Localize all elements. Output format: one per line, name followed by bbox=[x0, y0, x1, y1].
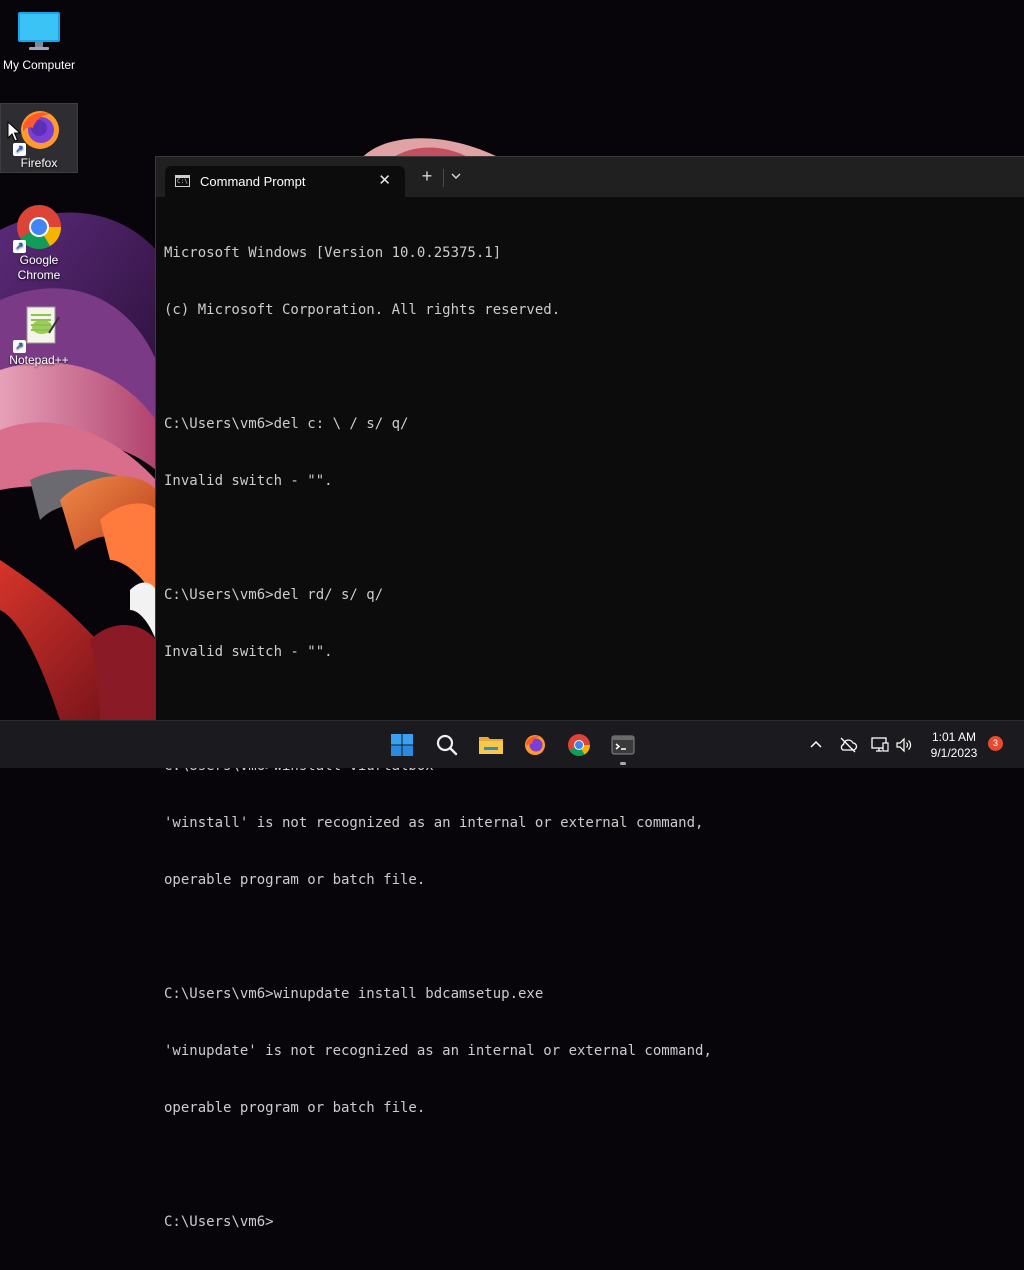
terminal-tab-bar: C:\ Command Prompt ✕ + bbox=[156, 157, 1024, 197]
taskbar: 1:01 AM 9/1/2023 bbox=[0, 720, 1024, 768]
firefox-taskbar-button[interactable] bbox=[519, 729, 551, 761]
tab-separator bbox=[443, 169, 444, 187]
clock[interactable]: 1:01 AM 9/1/2023 bbox=[918, 729, 990, 761]
network-button[interactable] bbox=[870, 735, 890, 755]
desktop-icon-label: Google Chrome bbox=[17, 253, 61, 282]
chrome-taskbar-button[interactable] bbox=[563, 729, 595, 761]
firefox-icon: ↗ bbox=[13, 106, 63, 156]
firefox-icon bbox=[525, 735, 545, 755]
console-line: C:\Users\vm6>del c: \ / s/ q/ bbox=[164, 416, 409, 432]
console-line: Invalid switch - "". bbox=[164, 644, 333, 660]
search-icon bbox=[436, 734, 458, 756]
new-tab-button[interactable]: + bbox=[418, 166, 436, 187]
notepad-plus-plus-icon: ↗ bbox=[13, 303, 63, 353]
folder-icon bbox=[479, 737, 503, 754]
shortcut-arrow-icon: ↗ bbox=[13, 143, 26, 156]
terminal-taskbar-button[interactable] bbox=[607, 729, 639, 765]
show-hidden-icons-button[interactable] bbox=[806, 735, 826, 755]
console-output[interactable]: Microsoft Windows [Version 10.0.25375.1]… bbox=[164, 206, 1016, 1230]
active-indicator bbox=[620, 762, 626, 765]
cmd-icon: C:\ bbox=[175, 175, 190, 187]
console-line: operable program or batch file. bbox=[164, 1100, 426, 1116]
clock-date: 9/1/2023 bbox=[930, 746, 978, 760]
notification-badge[interactable]: 3 bbox=[988, 736, 1003, 751]
desktop-icon-notepad-plus-plus[interactable]: ↗ Notepad++ bbox=[1, 303, 77, 368]
shortcut-arrow-icon: ↗ bbox=[13, 340, 26, 353]
tab-command-prompt[interactable]: C:\ Command Prompt ✕ bbox=[165, 166, 405, 197]
tab-title: Command Prompt bbox=[200, 174, 306, 189]
console-line: C:\Users\vm6>winupdate install bdcamsetu… bbox=[164, 986, 544, 1002]
terminal-icon bbox=[611, 735, 635, 755]
start-button[interactable] bbox=[386, 729, 418, 761]
search-button[interactable] bbox=[431, 729, 463, 761]
cloud-offline-button[interactable] bbox=[838, 735, 858, 755]
tab-close-icon[interactable]: ✕ bbox=[378, 171, 391, 189]
console-prompt-line: C:\Users\vm6> bbox=[164, 1214, 274, 1230]
desktop-icon-my-computer[interactable]: My Computer bbox=[1, 8, 77, 73]
console-line: Invalid switch - "". bbox=[164, 473, 333, 489]
shortcut-arrow-icon: ↗ bbox=[13, 240, 26, 253]
desktop-icon-label: My Computer bbox=[2, 58, 76, 72]
chevron-down-icon[interactable] bbox=[449, 169, 463, 183]
network-icon bbox=[871, 737, 889, 752]
clock-time: 1:01 AM bbox=[931, 730, 977, 744]
cloud-offline-icon bbox=[840, 737, 858, 753]
desktop-icon-label: Notepad++ bbox=[9, 353, 69, 367]
chevron-up-icon bbox=[810, 740, 822, 748]
volume-button[interactable] bbox=[894, 735, 914, 755]
console-line: Microsoft Windows [Version 10.0.25375.1] bbox=[164, 245, 502, 261]
console-line: C:\Users\vm6>del rd/ s/ q/ bbox=[164, 587, 384, 603]
terminal-window[interactable]: C:\ Command Prompt ✕ + Microsoft Windows… bbox=[155, 156, 1024, 1230]
windows-logo-icon bbox=[391, 734, 413, 756]
monitor-icon bbox=[15, 8, 63, 56]
chrome-icon bbox=[568, 734, 590, 756]
mouse-cursor-icon bbox=[7, 121, 21, 142]
chrome-icon: ↗ bbox=[13, 203, 63, 253]
console-line: operable program or batch file. bbox=[164, 872, 426, 888]
console-line: (c) Microsoft Corporation. All rights re… bbox=[164, 302, 561, 318]
desktop-icon-label: Firefox bbox=[20, 156, 58, 170]
speaker-icon bbox=[896, 737, 912, 753]
file-explorer-button[interactable] bbox=[475, 729, 507, 761]
console-line: 'winstall' is not recognized as an inter… bbox=[164, 815, 704, 831]
console-line: 'winupdate' is not recognized as an inte… bbox=[164, 1043, 712, 1059]
desktop-icon-chrome[interactable]: ↗ Google Chrome bbox=[1, 203, 77, 283]
